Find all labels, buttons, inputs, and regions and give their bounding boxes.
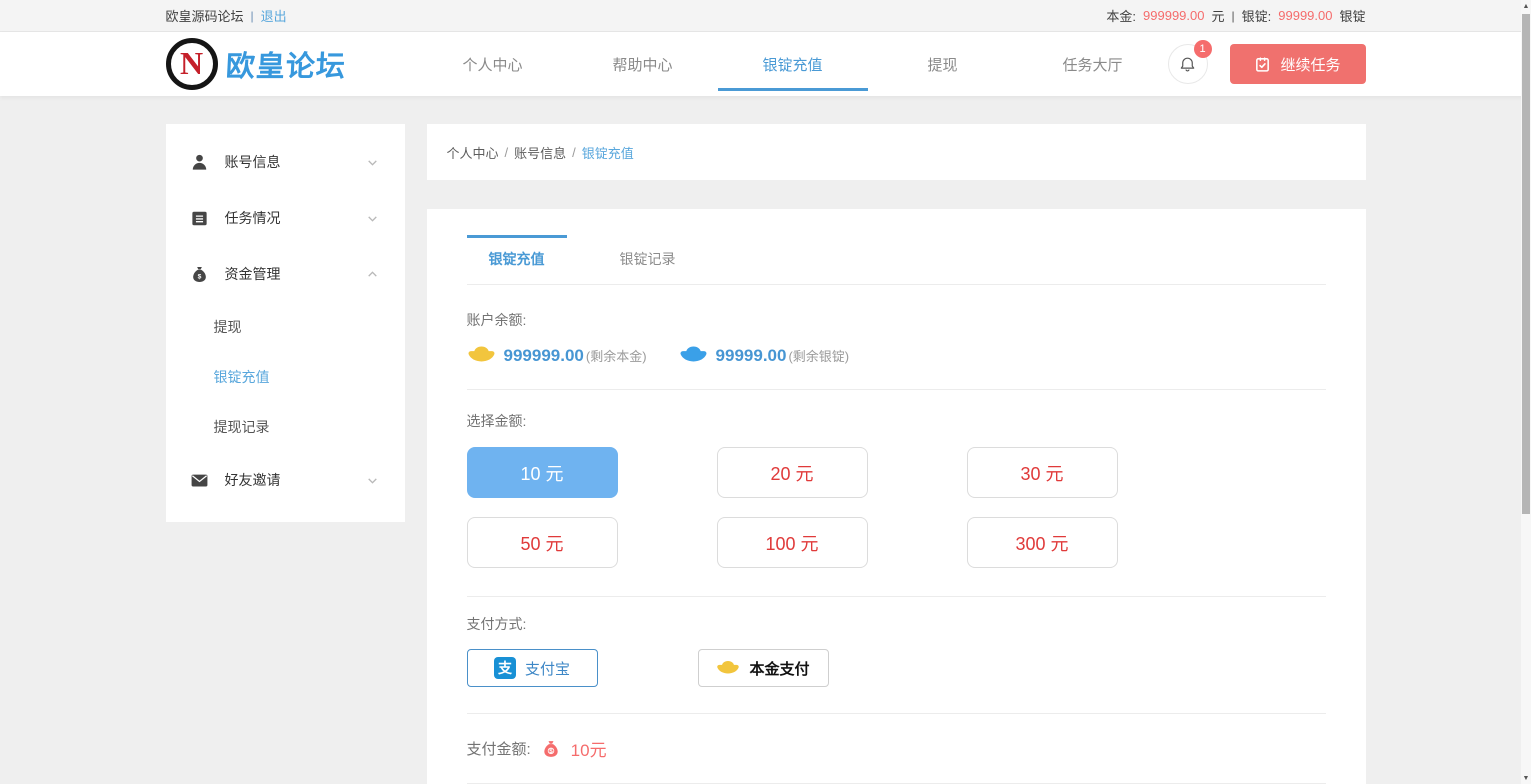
breadcrumb-ingot-recharge: 银锭充值 <box>582 143 634 162</box>
vertical-scrollbar[interactable]: ▲ ▼ <box>1521 0 1531 784</box>
alipay-icon: 支 <box>494 657 516 679</box>
money-bag-icon: $ <box>541 739 561 759</box>
sidebar-subitem-withdraw[interactable]: 提现 <box>166 302 405 352</box>
principal-label: 本金: <box>1106 6 1136 25</box>
site-name: 欧皇源码论坛 <box>166 6 244 25</box>
gold-ingot-icon <box>467 345 496 366</box>
tab-ingot-records[interactable]: 银锭记录 <box>598 235 698 284</box>
continue-task-button[interactable]: 继续任务 <box>1230 44 1366 84</box>
chevron-up-icon <box>366 268 379 281</box>
task-list-icon <box>190 209 209 228</box>
tab-ingot-recharge[interactable]: 银锭充值 <box>467 235 567 284</box>
ingot-value: 99999.00 <box>1278 8 1332 23</box>
ingot-balance-value: 99999.00 <box>716 346 787 366</box>
amount-option-50[interactable]: 50 元 <box>467 517 618 568</box>
payment-label: 支付方式: <box>467 614 1326 634</box>
pay-amount-row: 支付金额: $ 10元 <box>467 714 1326 784</box>
amount-option-100[interactable]: 100 元 <box>717 517 868 568</box>
principal-pay-method-button[interactable]: 本金支付 <box>698 649 829 687</box>
sidebar-item-label: 账号信息 <box>225 152 281 172</box>
notification-bell-button[interactable]: 1 <box>1168 44 1208 84</box>
sidebar-subitem-ingot-recharge[interactable]: 银锭充值 <box>166 352 405 402</box>
mail-icon <box>190 471 209 490</box>
alipay-method-button[interactable]: 支 支付宝 <box>467 649 598 687</box>
svg-text:$: $ <box>549 748 553 755</box>
nav-help-center[interactable]: 帮助中心 <box>568 32 718 96</box>
scrollbar-thumb[interactable] <box>1522 14 1530 514</box>
principal-balance-value: 999999.00 <box>504 346 584 366</box>
logout-link[interactable]: 退出 <box>261 6 287 25</box>
chevron-down-icon <box>366 212 379 225</box>
continue-task-label: 继续任务 <box>1280 54 1340 75</box>
clipboard-check-icon <box>1254 56 1271 73</box>
scrollbar-down-arrow[interactable]: ▼ <box>1521 772 1531 784</box>
scrollbar-up-arrow[interactable]: ▲ <box>1521 0 1531 12</box>
breadcrumb-separator: / <box>572 145 576 160</box>
breadcrumb-account-info[interactable]: 账号信息 <box>514 143 566 162</box>
main-nav: 个人中心 帮助中心 银锭充值 提现 任务大厅 <box>418 32 1168 96</box>
bell-icon <box>1178 55 1197 74</box>
chevron-down-icon <box>366 156 379 169</box>
sidebar-item-invite-friends[interactable]: 好友邀请 <box>166 452 405 508</box>
breadcrumb: 个人中心 / 账号信息 / 银锭充值 <box>427 124 1366 180</box>
principal-pay-label: 本金支付 <box>749 658 809 679</box>
logo-circle-icon: N <box>166 38 218 90</box>
top-utility-bar: 欧皇源码论坛 | 退出 本金: 999999.00 元 | 银锭: 99999.… <box>0 0 1531 32</box>
principal-value: 999999.00 <box>1143 8 1204 23</box>
amount-label: 选择金额: <box>467 411 1326 431</box>
logo-text: 欧皇论坛 <box>224 43 346 85</box>
sidebar-item-label: 资金管理 <box>225 264 281 284</box>
blue-ingot-icon <box>679 345 708 366</box>
amount-option-20[interactable]: 20 元 <box>717 447 868 498</box>
gold-ingot-icon <box>716 660 740 677</box>
main-header: N 欧皇论坛 个人中心 帮助中心 银锭充值 提现 任务大厅 1 <box>0 32 1531 96</box>
user-icon <box>190 153 209 172</box>
pay-amount-value: 10元 <box>571 736 607 761</box>
money-bag-icon: $ <box>190 265 209 284</box>
ingot-unit: 银锭 <box>1339 6 1365 25</box>
amount-option-30[interactable]: 30 元 <box>967 447 1118 498</box>
notification-badge: 1 <box>1194 40 1212 58</box>
pay-amount-label: 支付金额: <box>467 738 531 759</box>
balance-label: 账户余额: <box>467 310 1326 330</box>
sidebar-item-label: 好友邀请 <box>225 470 281 490</box>
ingot-balance-note: (剩余银锭) <box>788 346 849 365</box>
ingot-label: 银锭: <box>1242 6 1272 25</box>
topbar-separator: | <box>251 9 254 23</box>
nav-personal-center[interactable]: 个人中心 <box>418 32 568 96</box>
sidebar-item-task-status[interactable]: 任务情况 <box>166 190 405 246</box>
amount-selection-section: 选择金额: 10 元 20 元 30 元 50 元 100 元 300 元 <box>467 390 1326 597</box>
sidebar: 账号信息 任务情况 $ 资金管理 提现 银锭充值 提现记录 <box>166 124 405 522</box>
amount-option-10[interactable]: 10 元 <box>467 447 618 498</box>
nav-ingot-recharge[interactable]: 银锭充值 <box>718 32 868 96</box>
nav-task-hall[interactable]: 任务大厅 <box>1018 32 1168 96</box>
logo-letter: N <box>180 47 203 79</box>
amount-option-300[interactable]: 300 元 <box>967 517 1118 568</box>
principal-balance-note: (剩余本金) <box>586 346 647 365</box>
nav-withdraw[interactable]: 提现 <box>868 32 1018 96</box>
sidebar-item-funds-management[interactable]: $ 资金管理 <box>166 246 405 302</box>
logo[interactable]: N 欧皇论坛 <box>166 38 418 90</box>
chevron-down-icon <box>366 474 379 487</box>
breadcrumb-separator: / <box>505 145 509 160</box>
payment-method-section: 支付方式: 支 支付宝 本金支付 <box>467 597 1326 714</box>
sidebar-subitem-withdraw-records[interactable]: 提现记录 <box>166 402 405 452</box>
account-balance-section: 账户余额: 999999.00 (剩余本金) 99999.00 (剩余银锭) <box>467 285 1326 390</box>
alipay-label: 支付宝 <box>525 658 570 679</box>
svg-text:$: $ <box>197 273 201 280</box>
breadcrumb-personal-center[interactable]: 个人中心 <box>447 143 499 162</box>
sidebar-item-account-info[interactable]: 账号信息 <box>166 134 405 190</box>
principal-unit: 元 <box>1211 6 1224 25</box>
recharge-tabs: 银锭充值 银锭记录 <box>467 235 1326 285</box>
recharge-panel: 银锭充值 银锭记录 账户余额: 999999.00 (剩余本金) 9 <box>427 209 1366 784</box>
sidebar-item-label: 任务情况 <box>225 208 281 228</box>
balance-separator: | <box>1232 9 1235 23</box>
